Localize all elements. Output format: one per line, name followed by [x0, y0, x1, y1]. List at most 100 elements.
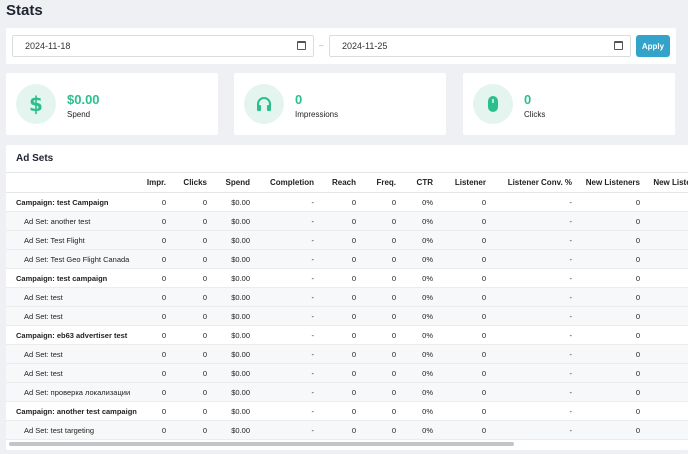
adset-row[interactable]: Ad Set: Test Geo Flight Canada 0 0 $0.00-0 0…: [6, 249, 688, 269]
table-cell: 0: [140, 401, 172, 421]
table-cell: 0: [140, 268, 172, 288]
table-cell: 0: [439, 401, 492, 421]
column-header[interactable]: New Listene: [646, 172, 688, 193]
column-header[interactable]: Clicks: [172, 172, 213, 193]
table-cell: 0: [362, 344, 402, 364]
adset-row[interactable]: Ad Set: test 0 0 $0.00-0 0 0% 0-0: [6, 287, 688, 307]
adset-row[interactable]: Ad Set: test 0 0 $0.00-0 0 0% 0-0: [6, 344, 688, 364]
table-cell: -: [492, 287, 578, 307]
calendar-icon[interactable]: [297, 41, 306, 50]
table-cell: [646, 287, 688, 307]
table-cell: [646, 420, 688, 440]
table-cell: -: [492, 382, 578, 402]
table-cell: -: [492, 363, 578, 383]
campaign-row[interactable]: Campaign: eb63 advertiser test 0 0 $0.00-0 0…: [6, 325, 688, 345]
column-header[interactable]: Reach: [320, 172, 362, 193]
table-cell: 0: [439, 420, 492, 440]
table-cell: 0: [362, 420, 402, 440]
table-cell: [646, 192, 688, 212]
table-cell: 0: [140, 420, 172, 440]
table-cell: -: [492, 325, 578, 345]
column-header[interactable]: Completion: [256, 172, 320, 193]
column-header[interactable]: Freq.: [362, 172, 402, 193]
table-cell: $0.00: [213, 420, 256, 440]
table-cell: -: [492, 306, 578, 326]
campaign-row[interactable]: Campaign: test campaign 0 0 $0.00-0 0 0% 0-0: [6, 268, 688, 288]
campaign-row[interactable]: Campaign: test Campaign 0 0 $0.00-0 0 0% 0-0: [6, 192, 688, 212]
table-cell: 0: [362, 382, 402, 402]
table-cell: 0: [172, 192, 213, 212]
table-cell: 0: [172, 382, 213, 402]
table-cell: 0: [172, 249, 213, 269]
table-cell: 0%: [402, 287, 439, 307]
table-cell: -: [256, 249, 320, 269]
table-cell: 0%: [402, 211, 439, 231]
table-cell: 0: [578, 249, 646, 269]
row-name-cell: Ad Set: Test Geo Flight Canada: [6, 249, 140, 269]
table-cell: 0: [578, 363, 646, 383]
table-cell: [646, 344, 688, 364]
table-cell: 0: [320, 268, 362, 288]
calendar-icon[interactable]: [614, 41, 623, 50]
table-cell: -: [256, 401, 320, 421]
adset-row[interactable]: Ad Set: Test Flight 0 0 $0.00-0 0 0% 0-0: [6, 230, 688, 250]
ad-sets-title: Ad Sets: [16, 153, 54, 164]
column-header[interactable]: [6, 172, 140, 193]
end-date-value: 2024-11-25: [342, 41, 388, 51]
row-name-cell: Campaign: eb63 advertiser test: [6, 325, 140, 345]
table-cell: 0%: [402, 230, 439, 250]
table-cell: 0: [320, 344, 362, 364]
adset-row[interactable]: Ad Set: another test 0 0 $0.00-0 0 0% 0-0: [6, 211, 688, 231]
campaign-row[interactable]: Campaign: another test campaign 0 0 $0.00-0…: [6, 401, 688, 421]
table-cell: 0%: [402, 192, 439, 212]
table-cell: 0%: [402, 363, 439, 383]
table-cell: $0.00: [213, 401, 256, 421]
table-cell: 0: [578, 211, 646, 231]
table-cell: 0: [140, 287, 172, 307]
table-cell: $0.00: [213, 211, 256, 231]
table-cell: 0: [439, 230, 492, 250]
column-header[interactable]: Impr.: [140, 172, 172, 193]
table-cell: 0: [140, 249, 172, 269]
ad-sets-table: Impr. Clicks Spend Completion Reach Freq. CTR L…: [6, 172, 688, 440]
table-cell: -: [256, 306, 320, 326]
table-cell: 0: [578, 382, 646, 402]
column-header[interactable]: Spend: [213, 172, 256, 193]
table-cell: -: [256, 192, 320, 212]
column-header[interactable]: Listener Conv. %: [492, 172, 578, 193]
table-cell: -: [492, 401, 578, 421]
table-cell: 0: [320, 420, 362, 440]
table-cell: 0: [320, 401, 362, 421]
column-header[interactable]: Listener: [439, 172, 492, 193]
table-cell: -: [492, 192, 578, 212]
table-cell: 0: [362, 287, 402, 307]
svg-text:$: $: [29, 93, 43, 115]
adset-row[interactable]: Ad Set: test targeting 0 0 $0.00-0 0 0% 0-0: [6, 420, 688, 440]
column-header[interactable]: New Listeners: [578, 172, 646, 193]
date-separator: –: [319, 41, 324, 50]
table-cell: $0.00: [213, 325, 256, 345]
table-cell: 0: [362, 211, 402, 231]
table-cell: 0%: [402, 306, 439, 326]
table-cell: 0%: [402, 420, 439, 440]
apply-button[interactable]: Apply: [636, 35, 670, 57]
table-cell: 0: [439, 306, 492, 326]
horizontal-scrollbar[interactable]: [6, 441, 688, 447]
stat-card-impressions: 0 Impressions: [234, 73, 446, 135]
ad-sets-panel: Ad Sets Impr. Clicks Spend Completion Reach F…: [6, 145, 688, 450]
column-header[interactable]: CTR: [402, 172, 439, 193]
table-cell: $0.00: [213, 363, 256, 383]
start-date-field[interactable]: 2024-11-18: [12, 35, 314, 57]
table-cell: 0: [140, 382, 172, 402]
scrollbar-thumb[interactable]: [9, 442, 514, 446]
table-cell: 0: [320, 192, 362, 212]
table-cell: 0: [320, 249, 362, 269]
adset-row[interactable]: Ad Set: test 0 0 $0.00-0 0 0% 0-0: [6, 363, 688, 383]
adset-row[interactable]: Ad Set: test 0 0 $0.00-0 0 0% 0-0: [6, 306, 688, 326]
row-name-cell: Ad Set: test targeting: [6, 420, 140, 440]
date-range-bar: 2024-11-18 – 2024-11-25 Apply: [6, 28, 676, 64]
table-cell: 0: [439, 211, 492, 231]
table-cell: [646, 382, 688, 402]
adset-row[interactable]: Ad Set: проверка локализации 0 0 $0.00-0 0 0%…: [6, 382, 688, 402]
end-date-field[interactable]: 2024-11-25: [329, 35, 631, 57]
